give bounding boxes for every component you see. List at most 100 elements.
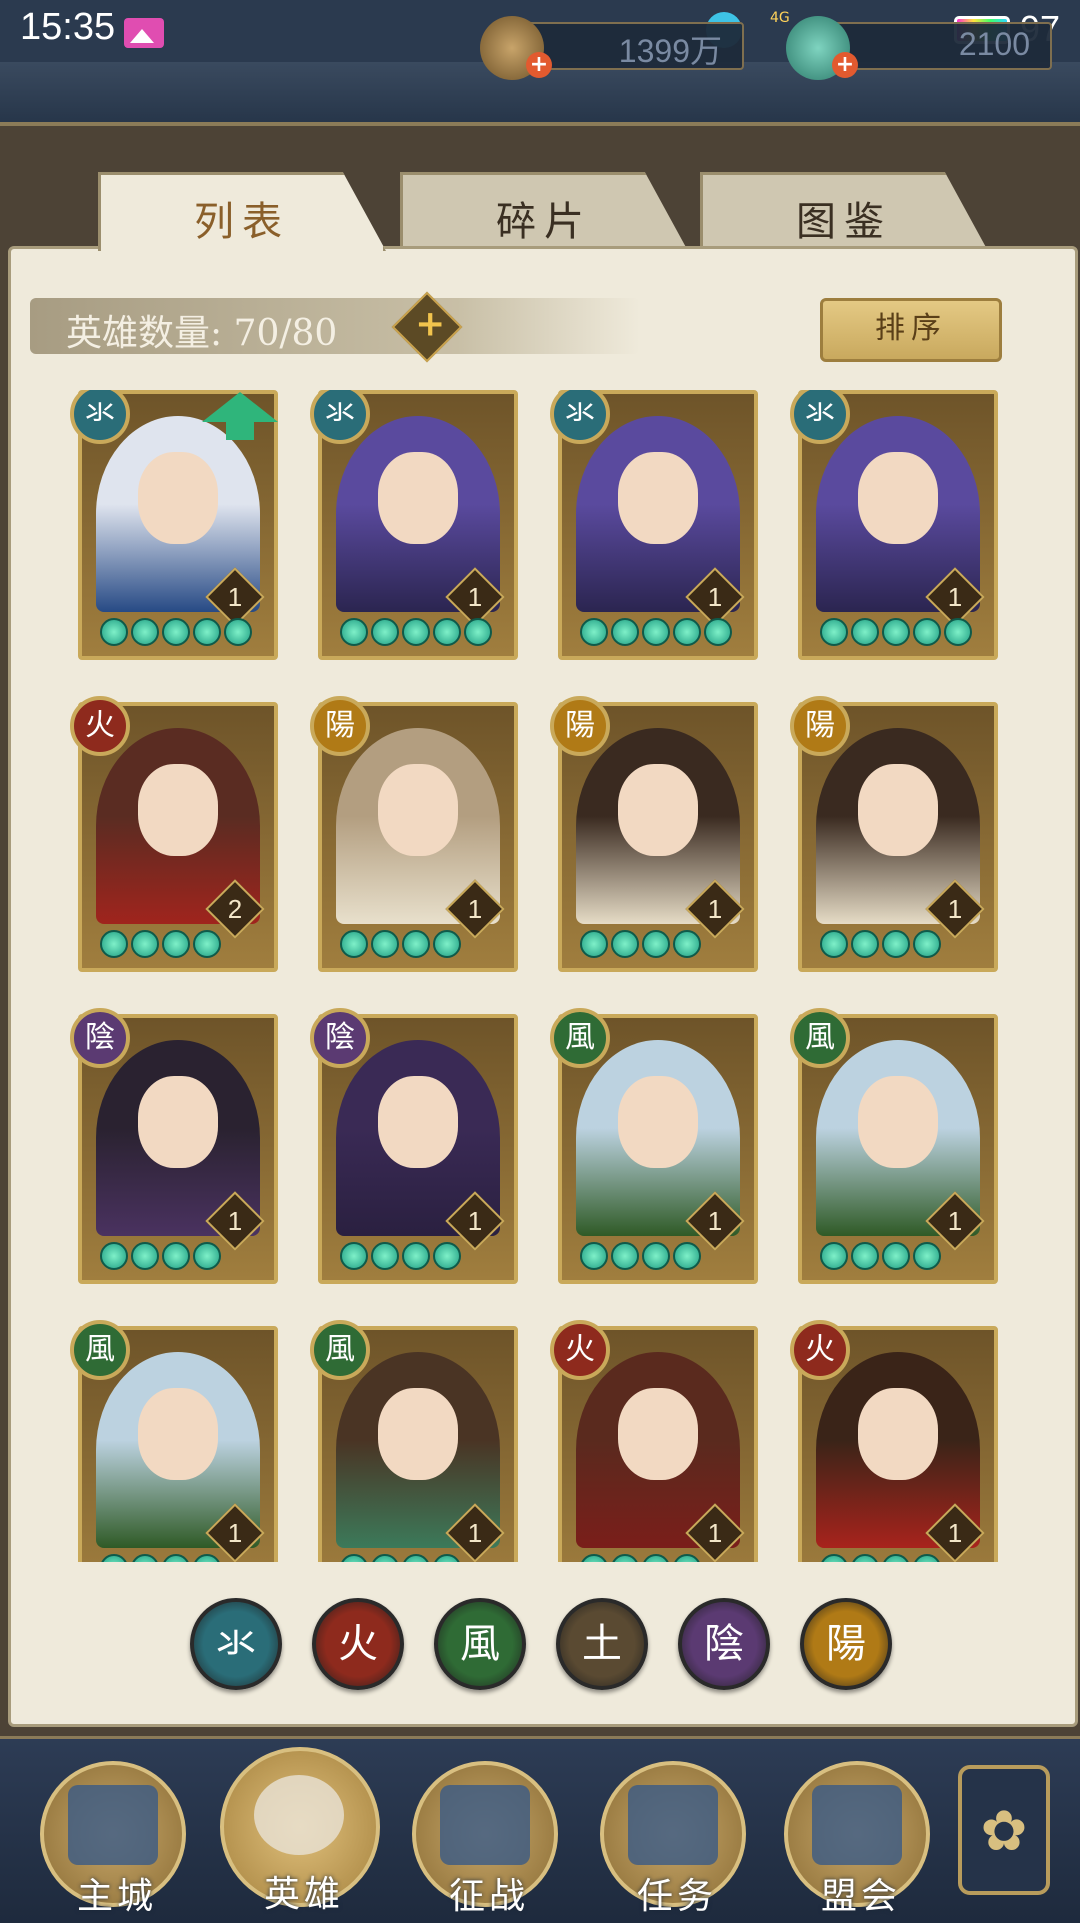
hero-face: [138, 1076, 218, 1168]
tab-codex[interactable]: 图鉴: [700, 172, 988, 251]
nav-main-city[interactable]: 主城: [40, 1761, 186, 1917]
nav-campaign-label: 征战: [448, 1876, 529, 1917]
hero-face: [378, 1076, 458, 1168]
hero-count-label: 英雄数量: 70/80: [66, 313, 338, 354]
hero-level: 1: [467, 582, 483, 612]
star-orb-icon: [913, 1242, 941, 1270]
filter-fire-button[interactable]: 火: [312, 1598, 404, 1690]
star-orb-icon: [882, 930, 910, 958]
nav-alliance-label: 盟会: [820, 1876, 901, 1917]
star-orb-icon: [433, 930, 461, 958]
hero-face: [378, 1388, 458, 1480]
star-orb-icon: [944, 618, 972, 646]
star-orb-icon: [580, 1242, 608, 1270]
upgrade-arrow-icon: [202, 392, 278, 440]
star-orb-icon: [131, 618, 159, 646]
star-orb-icon: [580, 618, 608, 646]
hero-face: [858, 1076, 938, 1168]
hero-level: 2: [227, 894, 243, 924]
element-badge-wind: 風: [790, 1008, 850, 1068]
hero-face: [138, 764, 218, 856]
element-badge-yang: 陽: [790, 696, 850, 756]
hero-face: [858, 1388, 938, 1480]
star-orb-icon: [224, 618, 252, 646]
star-orb-icon: [340, 1554, 368, 1562]
star-orb-icon: [820, 618, 848, 646]
alliance-gate-icon: [812, 1785, 902, 1865]
star-orb-icon: [882, 1554, 910, 1562]
element-badge-wind: 風: [310, 1320, 370, 1380]
hero-star-row: [100, 1242, 221, 1270]
element-badge-yang: 陽: [310, 696, 370, 756]
element-badge-yang: 陽: [550, 696, 610, 756]
star-orb-icon: [882, 618, 910, 646]
hero-level: 1: [227, 582, 243, 612]
star-orb-icon: [642, 930, 670, 958]
star-orb-icon: [913, 930, 941, 958]
star-orb-icon: [402, 618, 430, 646]
tab-list[interactable]: 列表: [98, 172, 386, 251]
hero-star-row: [580, 1554, 701, 1562]
tab-fragments[interactable]: 碎片: [400, 172, 688, 251]
hero-star-row: [340, 1242, 461, 1270]
star-orb-icon: [851, 930, 879, 958]
filter-water-button[interactable]: 氺: [190, 1598, 282, 1690]
hero-face: [618, 1388, 698, 1480]
star-orb-icon: [433, 1242, 461, 1270]
hero-level: 1: [467, 1518, 483, 1548]
star-orb-icon: [820, 1554, 848, 1562]
star-orb-icon: [100, 1242, 128, 1270]
nav-heroes-label: 英雄: [263, 1874, 344, 1915]
hero-star-row: [340, 618, 492, 646]
star-orb-icon: [642, 1242, 670, 1270]
hero-level: 1: [947, 582, 963, 612]
nav-alliance[interactable]: 盟会: [784, 1761, 930, 1917]
hero-level: 1: [707, 1206, 723, 1236]
hero-portrait-icon: [254, 1775, 344, 1855]
hero-face: [378, 452, 458, 544]
filter-yin-button[interactable]: 陰: [678, 1598, 770, 1690]
hero-face: [138, 1388, 218, 1480]
star-orb-icon: [131, 1242, 159, 1270]
tab-list-label: 列表: [194, 199, 290, 245]
city-gate-icon: [68, 1785, 158, 1865]
star-orb-icon: [851, 1242, 879, 1270]
hero-star-row: [100, 930, 221, 958]
star-orb-icon: [193, 618, 221, 646]
hero-star-row: [820, 1554, 941, 1562]
star-orb-icon: [402, 1242, 430, 1270]
element-badge-yin: 陰: [310, 1008, 370, 1068]
star-orb-icon: [131, 930, 159, 958]
star-orb-icon: [162, 618, 190, 646]
star-orb-icon: [820, 1242, 848, 1270]
star-orb-icon: [433, 1554, 461, 1562]
hero-star-row: [820, 1242, 941, 1270]
star-orb-icon: [193, 1242, 221, 1270]
menu-button[interactable]: [958, 1765, 1050, 1895]
add-jade-button[interactable]: +: [832, 52, 858, 78]
filter-wind-button[interactable]: 風: [434, 1598, 526, 1690]
star-orb-icon: [402, 1554, 430, 1562]
resource-bar: + 1399万 + 2100: [0, 16, 1080, 126]
filter-earth-button[interactable]: 土: [556, 1598, 648, 1690]
nav-heroes[interactable]: 英雄: [220, 1747, 380, 1915]
jade-amount: 2100: [958, 26, 1030, 62]
hero-level: 1: [707, 894, 723, 924]
star-orb-icon: [611, 1242, 639, 1270]
filter-yang-button[interactable]: 陽: [800, 1598, 892, 1690]
hero-grid[interactable]: 1氺1氺1氺1氺2火1陽1陽1陽1陰1陰1風1風1風1風1火1火: [70, 390, 1020, 1562]
star-orb-icon: [820, 930, 848, 958]
sort-button[interactable]: 排序: [820, 298, 1002, 362]
hero-star-row: [340, 1554, 461, 1562]
star-orb-icon: [162, 1242, 190, 1270]
add-coin-button[interactable]: +: [526, 52, 552, 78]
coin-amount: 1399万: [618, 33, 722, 69]
nav-tasks[interactable]: 任务: [600, 1761, 746, 1917]
star-orb-icon: [371, 1554, 399, 1562]
star-orb-icon: [704, 618, 732, 646]
nav-campaign[interactable]: 征战: [412, 1761, 558, 1917]
star-orb-icon: [100, 1554, 128, 1562]
star-orb-icon: [193, 930, 221, 958]
hero-level: 1: [467, 1206, 483, 1236]
star-orb-icon: [580, 1554, 608, 1562]
